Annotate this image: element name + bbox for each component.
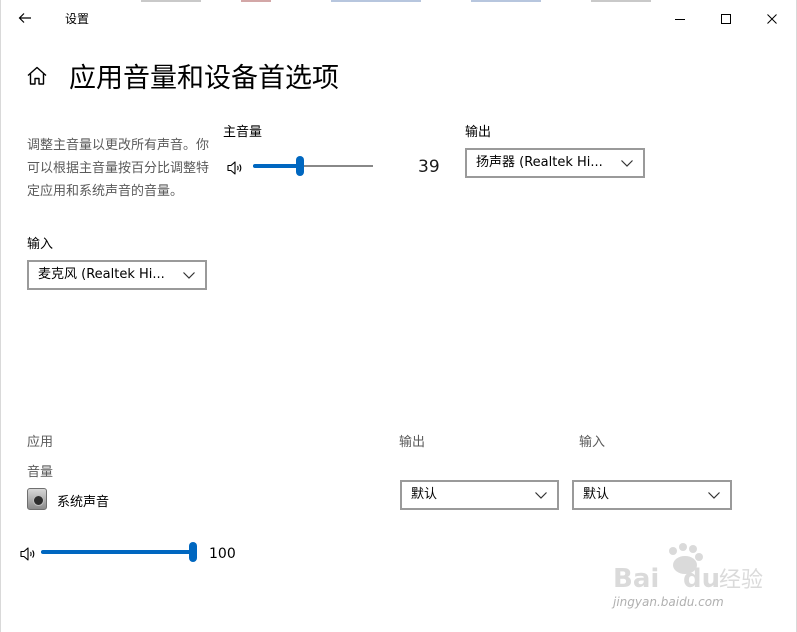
chevron-down-icon — [535, 492, 547, 499]
svg-text:经验: 经验 — [719, 568, 763, 593]
chevron-down-icon — [183, 272, 195, 279]
app-volume-slider[interactable] — [41, 542, 197, 562]
app-output-dropdown[interactable]: 默认 — [400, 480, 559, 510]
watermark-url: jingyan.baidu.com — [613, 595, 724, 609]
speaker-icon[interactable] — [226, 160, 244, 176]
app-output-value: 默认 — [411, 487, 438, 502]
input-device-value: 麦克风 (Realtek Hi... — [38, 267, 165, 282]
app-name: 系统声音 — [57, 495, 110, 510]
volume-description: 调整主音量以更改所有声音。你可以根据主音量按百分比调整特定应用和系统声音的音量。 — [27, 138, 210, 199]
close-icon — [767, 14, 777, 24]
title-bar: 设置 — [1, 0, 797, 38]
back-button[interactable] — [13, 8, 37, 28]
maximize-button[interactable] — [703, 4, 749, 34]
apps-header: 应用 — [27, 435, 54, 450]
cut-off-row — [27, 624, 247, 632]
app-speaker-icon[interactable] — [19, 546, 37, 562]
output-device-dropdown[interactable]: 扬声器 (Realtek Hi... — [465, 148, 645, 178]
slider-thumb[interactable] — [295, 156, 304, 176]
apps-input-header: 输入 — [579, 435, 606, 450]
output-device-value: 扬声器 (Realtek Hi... — [476, 155, 603, 170]
chevron-down-icon — [621, 160, 633, 167]
master-volume-label: 主音量 — [223, 125, 263, 140]
minimize-button[interactable] — [657, 4, 703, 34]
slider-fill — [41, 550, 193, 554]
master-volume-slider[interactable] — [253, 156, 373, 176]
svg-text:Bai: Bai — [613, 564, 659, 594]
home-icon[interactable] — [25, 64, 49, 88]
baidu-watermark-logo: Bai du 经验 — [613, 543, 763, 594]
system-sounds-icon — [27, 488, 47, 510]
back-arrow-icon — [18, 13, 31, 23]
page-title: 应用音量和设备首选项 — [69, 63, 339, 94]
input-device-dropdown[interactable]: 麦克风 (Realtek Hi... — [27, 260, 207, 290]
minimize-icon — [675, 19, 685, 20]
slider-fill — [253, 164, 300, 168]
svg-text:du: du — [683, 564, 720, 594]
apps-volume-header: 音量 — [27, 465, 54, 480]
slider-thumb[interactable] — [189, 542, 197, 562]
close-button[interactable] — [749, 4, 795, 34]
maximize-icon — [721, 14, 731, 24]
window-title: 设置 — [65, 12, 90, 26]
settings-window: 设置 应用音量和设备首选项 调整主音量以更改所有声音。你可以根据主音量按百分比调… — [0, 0, 797, 632]
app-input-dropdown[interactable]: 默认 — [572, 480, 732, 510]
master-volume-value: 39 — [418, 157, 440, 177]
output-label: 输出 — [465, 125, 492, 140]
apps-output-header: 输出 — [399, 435, 426, 450]
app-input-value: 默认 — [583, 487, 610, 502]
chevron-down-icon — [708, 492, 720, 499]
input-label: 输入 — [27, 237, 54, 252]
app-volume-value: 100 — [209, 546, 236, 562]
